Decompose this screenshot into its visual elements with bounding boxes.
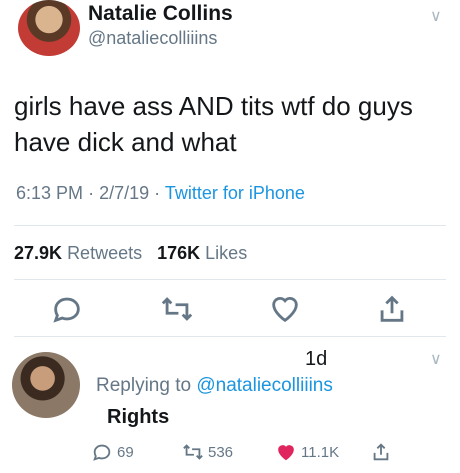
like-count: 11.1K bbox=[301, 443, 340, 461]
likes-label[interactable]: Likes bbox=[205, 243, 247, 263]
tweet-time: 6:13 PM bbox=[16, 183, 84, 203]
tweet-meta: 6:13 PM · 2/7/19 · Twitter for iPhone bbox=[16, 183, 305, 204]
reply-time: 1d bbox=[305, 348, 328, 370]
like-icon bbox=[278, 445, 294, 461]
retweet-count: 536 bbox=[208, 443, 234, 461]
tweet-source-link[interactable]: Twitter for iPhone bbox=[165, 183, 305, 203]
replying-to: Replying to @nataliecolliiins bbox=[96, 375, 333, 397]
share-icon[interactable] bbox=[375, 292, 409, 326]
tweet-text: girls have ass AND tits wtf do guys have… bbox=[14, 91, 413, 157]
reply-text: Rights bbox=[107, 406, 170, 428]
tweet-date: 2/7/19 bbox=[99, 183, 150, 203]
tweet-stats: 27.9K Retweets 176K Likes bbox=[14, 243, 247, 264]
share-icon bbox=[373, 443, 389, 461]
likes-count[interactable]: 176K bbox=[157, 243, 200, 263]
separator: · bbox=[154, 183, 161, 203]
tweet-author-handle[interactable]: @nataliecolliiins bbox=[88, 28, 217, 49]
divider bbox=[14, 279, 446, 280]
divider bbox=[14, 336, 446, 337]
reply-avatar[interactable] bbox=[12, 352, 80, 418]
tweet-author-name[interactable]: Natalie Collins bbox=[88, 2, 233, 26]
retweet-icon bbox=[183, 444, 203, 460]
retweets-label[interactable]: Retweets bbox=[67, 243, 142, 263]
retweet-icon[interactable] bbox=[160, 292, 194, 326]
reply-reply-button[interactable]: 69 bbox=[91, 440, 134, 464]
reply-retweet-button[interactable]: 536 bbox=[182, 440, 233, 464]
chevron-down-icon[interactable]: ∨ bbox=[430, 349, 442, 369]
reply-icon[interactable] bbox=[50, 292, 84, 326]
replying-to-handle[interactable]: @nataliecolliiins bbox=[196, 375, 333, 396]
tweet-actions bbox=[0, 292, 460, 326]
reply-share-button[interactable] bbox=[370, 440, 396, 464]
reply-like-button[interactable]: 11.1K bbox=[275, 440, 339, 464]
reply-count: 69 bbox=[117, 443, 134, 461]
reply-icon bbox=[93, 444, 111, 461]
replying-to-label: Replying to bbox=[96, 375, 192, 396]
separator: · bbox=[88, 183, 95, 203]
divider bbox=[14, 225, 446, 226]
avatar[interactable] bbox=[18, 0, 80, 56]
like-icon[interactable] bbox=[268, 292, 302, 326]
retweets-count[interactable]: 27.9K bbox=[14, 243, 62, 263]
chevron-down-icon[interactable]: ∨ bbox=[430, 6, 442, 26]
